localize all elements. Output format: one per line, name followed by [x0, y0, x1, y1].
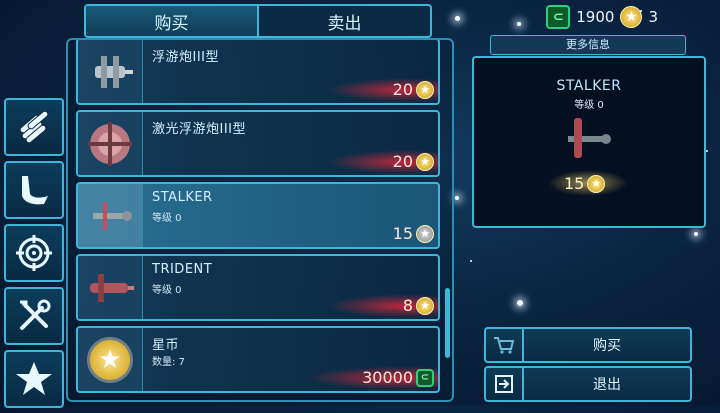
floating-turret-icon [95, 55, 133, 88]
credit-cube-icon: ⊂ [546, 5, 571, 29]
list-item[interactable]: STALKER 等级 0 15 ★ [76, 182, 440, 249]
item-list[interactable]: 浮游炮III型 20 ★ 激光浮游炮III型 20 ★ STALKER 等级 0… [66, 38, 454, 402]
item-thumbnail [78, 112, 143, 175]
tab-sell[interactable]: 卖出 [257, 6, 430, 36]
info-item-level: 等级 0 [574, 100, 604, 111]
info-item-name: STALKER [556, 78, 622, 94]
item-level: 等级 0 [152, 285, 182, 296]
trident-ship-icon [90, 273, 134, 302]
currency-bar: ⊂ 1900 ★ 3 [546, 5, 658, 29]
category-tools[interactable] [4, 287, 64, 345]
credits-amount: 1900 [576, 8, 615, 26]
star-coin-icon: ★ [587, 174, 606, 193]
star-coin-icon: ★ [620, 6, 643, 28]
stars-amount: 3 [648, 8, 658, 26]
category-ammo[interactable] [4, 98, 64, 156]
laser-turret-icon [88, 121, 132, 166]
background-star [455, 196, 459, 200]
tools-icon [20, 299, 51, 330]
star-coin-icon: ★ [416, 224, 434, 243]
tab-buy[interactable]: 购买 [86, 6, 257, 36]
category-special[interactable] [4, 350, 64, 408]
background-star [455, 16, 460, 21]
item-price: 20 ★ [328, 78, 438, 102]
stalker-ship-icon [93, 201, 132, 230]
list-item[interactable]: TRIDENT 等级 0 8 ★ [76, 254, 440, 321]
item-price: 15 ★ [393, 224, 434, 243]
info-ship-preview [554, 110, 618, 170]
star-coin-icon: ★ [416, 296, 434, 315]
category-targeting[interactable] [4, 224, 64, 282]
buy-button-label: 购买 [593, 338, 621, 354]
star-coin-icon: ★ [416, 152, 434, 171]
wing-icon [22, 176, 48, 205]
exit-button[interactable]: 退出 [484, 366, 692, 402]
category-sidebar [4, 98, 64, 413]
more-info-header: 更多信息 [490, 35, 686, 55]
item-info-panel: STALKER 等级 0 15 ★ [472, 56, 706, 228]
item-price: 30000 ⊂ [308, 366, 438, 390]
exit-button-label: 退出 [593, 377, 621, 393]
item-name: 激光浮游炮III型 [152, 122, 247, 137]
background-star [470, 260, 472, 262]
star-category-icon [16, 362, 52, 395]
item-name: STALKER [152, 190, 213, 205]
list-scrollbar[interactable] [445, 288, 450, 358]
item-name: 星币 [152, 338, 180, 353]
shop-tabs: 购买 卖出 [84, 4, 432, 38]
category-wings[interactable] [4, 161, 64, 219]
item-thumbnail [78, 256, 143, 319]
background-star [517, 300, 523, 306]
exit-icon [486, 368, 524, 400]
item-price: 8 ★ [328, 294, 438, 318]
list-item[interactable]: 浮游炮III型 20 ★ [76, 40, 440, 105]
list-item[interactable]: ★ 星币 数量: 7 30000 ⊂ [76, 326, 440, 393]
stalker-ship-icon [568, 118, 611, 158]
info-price: 15 ★ [548, 170, 628, 196]
star-coin-icon: ★ [416, 80, 434, 99]
star-coin-icon: ★ [87, 336, 133, 383]
item-level: 等级 0 [152, 213, 182, 224]
list-item[interactable]: 激光浮游炮III型 20 ★ [76, 110, 440, 177]
item-quantity: 数量: 7 [152, 357, 185, 368]
item-thumbnail [78, 40, 143, 103]
item-name: TRIDENT [152, 262, 213, 277]
background-star [517, 22, 521, 26]
item-name: 浮游炮III型 [152, 50, 220, 65]
background-star [706, 150, 708, 152]
background-star [694, 232, 698, 236]
item-thumbnail: ★ [78, 328, 143, 391]
credit-cube-icon: ⊂ [416, 368, 434, 387]
target-crosshair-icon [16, 235, 52, 271]
buy-button[interactable]: 购买 [484, 327, 692, 363]
item-thumbnail [78, 184, 143, 247]
cart-icon [486, 329, 524, 361]
item-price: 20 ★ [328, 150, 438, 174]
ammo-rods-icon [19, 110, 49, 144]
